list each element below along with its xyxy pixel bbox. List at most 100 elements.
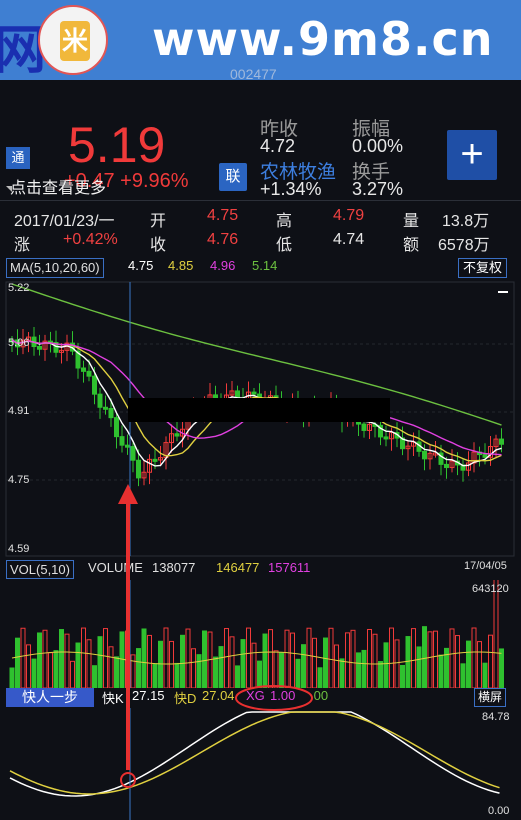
volume-bar [372, 633, 378, 688]
vol-max: 643120 [472, 583, 509, 595]
volume-bar [9, 667, 15, 688]
volume-bar [488, 634, 493, 688]
low-value: 4.74 [333, 231, 365, 248]
k-line [9, 711, 500, 797]
divider [0, 200, 521, 201]
volume-bar [37, 632, 42, 688]
view-more-link[interactable]: 点击查看更多 [10, 174, 106, 198]
volume-bar [438, 654, 444, 688]
volume-bar [416, 646, 422, 688]
volume-bar [279, 652, 284, 688]
volume-bar [213, 656, 218, 688]
prev-close-value: 4.72 [260, 136, 296, 156]
sector-change: +1.34% [260, 179, 322, 199]
volume-bar [290, 632, 295, 688]
indicator-max: 84.78 [482, 711, 510, 723]
close-value: 4.76 [207, 231, 239, 248]
volume-bar [218, 646, 224, 688]
volume-bar [449, 628, 455, 688]
volume-bar [262, 633, 268, 688]
volume-bar [81, 627, 86, 688]
add-watchlist-button[interactable]: + [447, 130, 497, 180]
chg-value: +0.42% [63, 231, 118, 248]
candle-body [97, 393, 103, 408]
candle-body [174, 433, 180, 437]
price-axis-2: 4.91 [8, 405, 29, 417]
volume-bar [15, 637, 20, 688]
low-label: 低 [276, 237, 293, 254]
price-axis-1: 5.06 [8, 337, 29, 349]
candle-body [125, 444, 130, 448]
candle-body [361, 423, 367, 431]
volume-bar [163, 627, 169, 688]
volume-bar [273, 650, 279, 688]
volume-bar [460, 663, 466, 688]
volume-bar [152, 663, 158, 688]
ma60-value: 5.14 [252, 258, 278, 273]
volume-bar [202, 630, 207, 688]
volume-bar [301, 644, 306, 688]
volume-bar [235, 665, 240, 688]
volume-bar [350, 629, 356, 688]
d-label: 快D [174, 691, 197, 706]
volume-bar [345, 632, 350, 688]
date: 2017/01/23/一 [14, 213, 115, 230]
volume-bar [471, 627, 477, 688]
candle-body [251, 391, 257, 395]
volume-bar [136, 648, 141, 688]
volume-bar [114, 656, 119, 688]
volume-bar [97, 636, 103, 688]
volume-bar [356, 652, 361, 688]
volume-chart[interactable]: 643120 [0, 580, 521, 688]
volume-bar [59, 629, 64, 688]
volume-bar [499, 648, 504, 688]
volume-bar [455, 635, 460, 688]
price-axis-bottom: 4.59 [8, 543, 29, 555]
volume-bar [224, 628, 229, 688]
high-value: 4.79 [333, 207, 365, 224]
candle-body [136, 459, 141, 479]
candle-body [81, 367, 86, 372]
candle-body [92, 375, 97, 395]
volume-bar [433, 630, 438, 688]
vol-label[interactable]: VOL(5,10) [6, 560, 74, 579]
date-end-label: 17/04/05 [464, 560, 507, 572]
extra-value: .00 [310, 688, 329, 703]
candle-body [108, 407, 114, 419]
candle-body [422, 450, 427, 460]
volume-bar [26, 644, 31, 688]
open-value: 4.75 [207, 207, 239, 224]
current-price: 5.19 [68, 117, 166, 173]
volume-bar [191, 648, 196, 688]
watermark-banner: 网 米 www.9m8.cn 002477 [0, 0, 521, 80]
volume-bar [361, 649, 367, 688]
tong-badge[interactable]: 通 [6, 147, 30, 169]
indicator-name[interactable]: 快人一步 [6, 688, 94, 707]
indicator-legend: 快人一步 快K 27.15 快D 27.04 XG 1.00 .00 横屏 [0, 688, 521, 708]
watermark-url: www.9m8.cn [152, 12, 494, 66]
volume-bar [180, 634, 185, 688]
xg-label: XG [246, 688, 265, 703]
restore-button[interactable]: 不复权 [458, 258, 508, 278]
volume-bar [229, 636, 235, 688]
volume-bar [108, 646, 114, 688]
watermark-seal: 米 [38, 5, 108, 75]
ma-label[interactable]: MA(5,10,20,60) [6, 258, 104, 278]
volume-bar [411, 628, 416, 688]
ma-legend: MA(5,10,20,60) 4.75 4.85 4.96 5.14 不复权 [0, 258, 521, 280]
volume-bar [339, 658, 345, 688]
landscape-button[interactable]: 横屏 [474, 688, 507, 707]
volume-bar [75, 642, 81, 688]
volume-bar [466, 640, 471, 688]
volume-bar [251, 642, 257, 688]
volume-bar [482, 662, 488, 688]
volume-bar [323, 637, 328, 688]
d-line [9, 711, 500, 795]
indicator-chart[interactable]: 84.78 0.00 [0, 708, 521, 820]
candle-body [152, 458, 158, 462]
lian-button[interactable]: 联 [219, 163, 247, 191]
volume-bar [246, 627, 251, 688]
amt-label: 额 [403, 237, 420, 254]
volume-bar [185, 628, 191, 688]
volume-bar [367, 628, 372, 688]
